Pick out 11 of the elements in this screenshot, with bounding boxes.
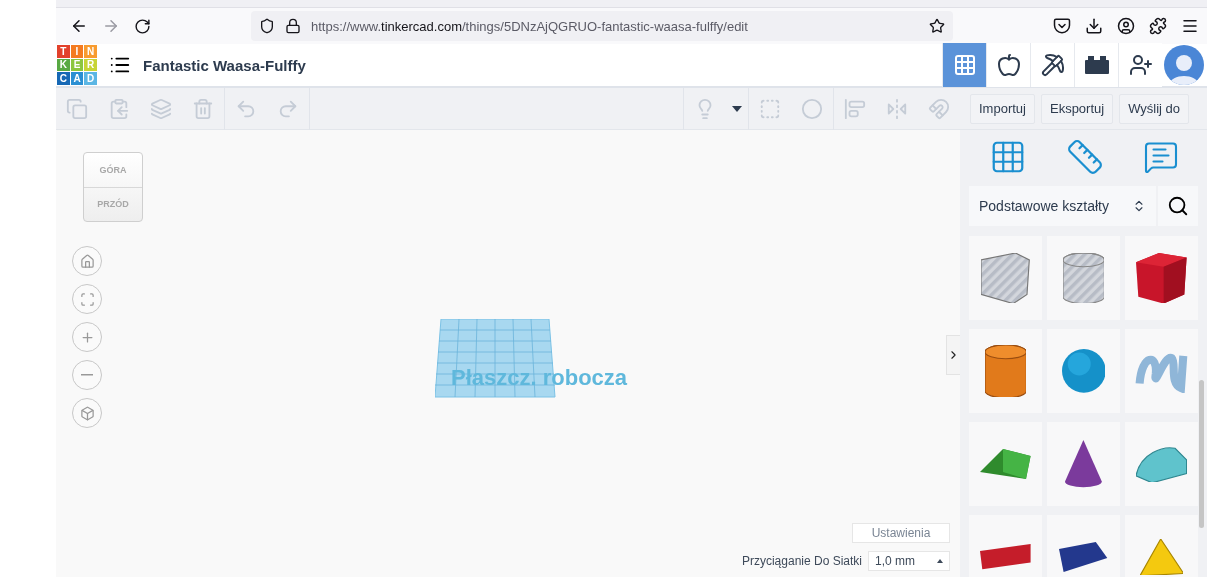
logo[interactable]: T I N K E R C A D: [57, 45, 97, 85]
snap-grid-label: Przyciąganie Do Siatki: [741, 554, 862, 568]
url-text: https://www.tinkercad.com/things/5DNzAjQGRUO-fantastic-waasa-fulffy/edit: [311, 18, 749, 34]
action-button[interactable]: Eksportuj: [1040, 93, 1114, 124]
action-button[interactable]: Importuj: [970, 93, 1035, 124]
settings-button[interactable]: Ustawienia: [852, 523, 950, 543]
project-title: Fantastic Waasa-Fulffy: [143, 56, 306, 74]
action-button[interactable]: Wyślij do: [1119, 93, 1190, 124]
address-bar[interactable]: https://www.tinkercad.com/things/5DNzAjQGRUO-fantastic-waasa-fulffy/edit: [251, 11, 953, 41]
shape-category-select[interactable]: Podstawowe kształty: [969, 186, 1156, 226]
snap-grid-select[interactable]: 1,0 mm: [868, 551, 950, 571]
